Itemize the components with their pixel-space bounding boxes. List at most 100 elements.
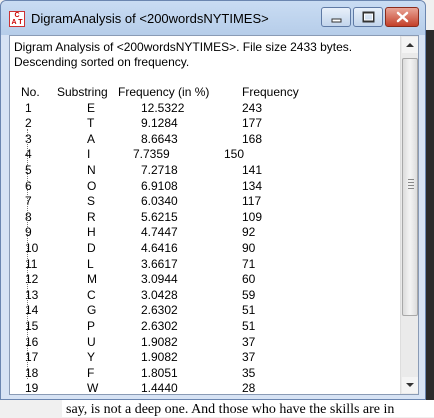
table-row: 15 P 2.6302 51 (14, 319, 400, 335)
table-row: 10 D 4.6416 90 (14, 241, 400, 257)
table-row: 13 C 3.0428 59 (14, 288, 400, 304)
row-frequency-percent: 2.6302 (141, 303, 178, 318)
table-row: 6 O 6.9108 134 (14, 179, 400, 195)
table-row: 3 A 8.6643 168 (14, 132, 400, 148)
row-frequency-percent: 1.9082 (141, 350, 178, 365)
window-title: DigramAnalysis of <200wordsNYTIMES> (31, 11, 269, 26)
row-frequency-percent: 7.7359 (133, 147, 170, 162)
row-frequency: 92 (242, 225, 256, 240)
row-number: 5 (25, 162, 32, 177)
scroll-down-button[interactable] (402, 377, 418, 393)
report-header-line: Digram Analysis of <200wordsNYTIMES>. Fi… (14, 40, 353, 54)
table-row: 1 E 12.5322 243 (14, 101, 400, 117)
background-document-text: say, is not a deep one. And those who ha… (66, 402, 395, 417)
row-frequency: 141 (242, 162, 263, 177)
row-frequency-percent: 3.0944 (141, 272, 178, 287)
row-frequency-percent: 1.4440 (141, 381, 178, 395)
row-frequency: 90 (242, 240, 256, 255)
row-frequency-percent: 6.9108 (141, 178, 178, 193)
background-window-dark (426, 30, 434, 400)
row-frequency: 51 (242, 303, 256, 318)
row-frequency-percent: 7.2718 (141, 162, 178, 177)
table-row: 18 F 1.8051 35 (14, 366, 400, 382)
row-substring: A (87, 131, 96, 146)
row-number: 7 (25, 194, 32, 209)
table-row: 2 T 9.1284 177 (14, 116, 400, 132)
row-frequency-percent: 6.0340 (141, 194, 178, 209)
row-frequency-percent: 4.6416 (141, 240, 178, 255)
row-substring: W (87, 381, 99, 395)
row-frequency-percent: 1.9082 (141, 334, 178, 349)
table-row: 4 I 7.7359 150 (14, 147, 400, 163)
table-row: 9 H 4.7447 92 (14, 225, 400, 241)
scroll-up-button[interactable] (402, 37, 418, 53)
table-header: No. Substring Frequency (in %) Frequency (14, 85, 400, 101)
table-row: 5 N 7.2718 141 (14, 163, 400, 179)
cat-app-icon[interactable]: CA T (9, 11, 25, 27)
table-row: 17 Y 1.9082 37 (14, 350, 400, 366)
row-substring: U (87, 334, 96, 349)
row-frequency-percent: 12.5322 (141, 100, 185, 115)
table-row: 14 G 2.6302 51 (14, 303, 400, 319)
row-frequency: 168 (242, 131, 263, 146)
scroll-up-icon (406, 43, 414, 47)
report-sort-line: Descending sorted on frequency. (14, 55, 190, 69)
table-row: 16 U 1.9082 37 (14, 335, 400, 351)
row-substring: F (87, 365, 95, 380)
row-substring: T (87, 116, 95, 131)
row-frequency: 37 (242, 334, 256, 349)
column-frequency: Frequency (242, 85, 299, 99)
row-substring: G (87, 303, 97, 318)
title-bar[interactable]: CA T DigramAnalysis of <200wordsNYTIMES> (1, 1, 425, 35)
close-button[interactable] (385, 7, 419, 27)
row-frequency: 60 (242, 272, 256, 287)
table-row: 8 R 5.6215 109 (14, 210, 400, 226)
row-number: 6 (25, 178, 32, 193)
table-row: 12 M 3.0944 60 (14, 272, 400, 288)
row-number: 9 (25, 225, 32, 240)
column-no: No. (21, 85, 40, 99)
analysis-content: Digram Analysis of <200wordsNYTIMES>. Fi… (14, 40, 400, 395)
row-substring: L (87, 256, 94, 271)
analysis-text-area[interactable]: Digram Analysis of <200wordsNYTIMES>. Fi… (9, 35, 419, 395)
table-row: 7 S 6.0340 117 (14, 194, 400, 210)
minimize-button[interactable] (321, 7, 351, 27)
row-frequency: 37 (242, 350, 256, 365)
digram-analysis-window: CA T DigramAnalysis of <200wordsNYTIMES>… (0, 0, 426, 400)
row-number: 19 (25, 381, 39, 395)
row-frequency-percent: 1.8051 (141, 365, 178, 380)
table-body: 1 E 12.5322 243 2 T 9.1284 177 3 A 8.6643 168 4 I 7.73… (14, 101, 400, 395)
row-substring: O (87, 178, 97, 193)
row-substring: E (87, 100, 96, 115)
row-number: 3 (25, 131, 32, 146)
row-substring: R (87, 209, 96, 224)
vertical-scrollbar[interactable] (400, 36, 418, 394)
row-number: 8 (25, 209, 32, 224)
row-frequency-percent: 3.0428 (141, 287, 178, 302)
row-substring: H (87, 225, 96, 240)
row-substring: C (87, 287, 96, 302)
row-frequency-percent: 2.6302 (141, 318, 178, 333)
maximize-button[interactable] (353, 7, 383, 27)
row-frequency: 177 (242, 116, 263, 131)
close-icon (396, 11, 409, 23)
column-substring: Substring (57, 85, 108, 99)
row-frequency: 117 (242, 194, 262, 209)
row-frequency-percent: 9.1284 (141, 116, 178, 131)
row-substring: D (87, 240, 96, 255)
column-frequency-percent: Frequency (in %) (118, 85, 210, 99)
row-frequency: 150 (224, 147, 245, 162)
row-frequency: 71 (242, 256, 256, 271)
scroll-down-icon (406, 383, 414, 387)
row-frequency: 243 (242, 100, 263, 115)
scrollbar-thumb[interactable] (402, 58, 418, 316)
row-substring: Y (87, 350, 96, 365)
maximize-icon (362, 11, 375, 23)
table-row: 19 W 1.4440 28 (14, 381, 400, 395)
row-number: 2 (25, 116, 32, 131)
row-frequency-percent: 5.6215 (141, 209, 178, 224)
row-frequency-percent: 3.6617 (141, 256, 178, 271)
row-number: 1 (25, 100, 32, 115)
row-substring: I (87, 147, 91, 162)
row-frequency: 35 (242, 365, 256, 380)
